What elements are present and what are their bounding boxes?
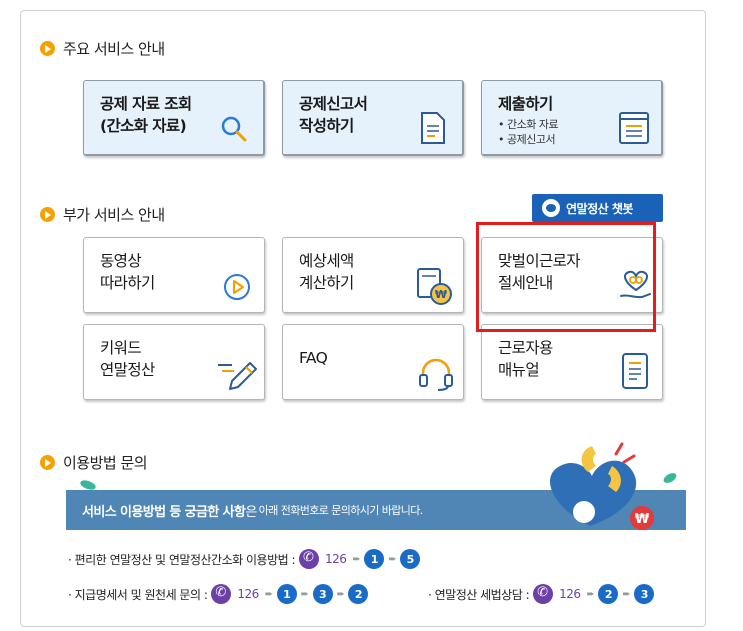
phone-icon [299,549,320,569]
keyword-card[interactable]: 키워드 연말정산 [83,324,265,400]
contact-line-usage: · 편리한 연말정산 및 연말정산간소화 이용방법 : 126 ➨ 1 ➨ 5 [68,549,421,569]
magnifier-icon [221,116,247,142]
submit-card[interactable]: 제출하기 • 간소화 자료 • 공제신고서 [481,80,663,156]
play-icon [224,274,250,300]
calculator-money-icon: ₩ [417,268,452,305]
svg-text:₩: ₩ [635,512,650,527]
contact-line-withholding: · 지급명세서 및 원천세 문의 : 126 ➨ 1 ➨ 3 ➨ 2 [68,584,369,604]
video-guide-card[interactable]: 동영상 따라하기 [83,237,265,313]
deduction-form-card[interactable]: 공제신고서 작성하기 [282,80,464,156]
extra-services-heading: 부가 서비스 안내 [40,204,165,225]
arrow-right-icon: ➨ [586,588,595,600]
section-bullet-icon [40,41,55,56]
arrow-right-icon: ➨ [336,588,345,600]
printer-document-icon [619,112,649,144]
arrow-right-icon: ➨ [264,588,273,600]
headset-icon [419,358,453,391]
phone-icon [211,584,232,604]
chatbot-icon [542,199,560,217]
worker-manual-card[interactable]: 근로자용 매뉴얼 [481,324,663,400]
tax-estimate-card[interactable]: 예상세액 계산하기 ₩ [282,237,464,313]
highlight-box [476,222,656,332]
arrow-right-icon: ➨ [622,588,631,600]
contact-heading: 이용방법 문의 [40,452,148,473]
phone-icon [533,584,554,604]
leaf-icon [80,480,96,490]
contact-line-tax-consult: · 연말정산 세법상담 : 126 ➨ 2 ➨ 3 [428,584,655,604]
chatbot-button[interactable]: 연말정산 챗봇 [532,194,663,222]
document-icon [421,112,445,144]
manual-icon [622,353,648,389]
section-bullet-icon [40,207,55,222]
phone-heart-illustration-icon: ₩ [550,442,677,530]
main-services-heading: 주요 서비스 안내 [40,38,165,59]
faq-card[interactable]: FAQ [282,324,464,400]
arrow-right-icon: ➨ [352,553,361,565]
pencil-icon [218,362,257,390]
arrow-right-icon: ➨ [300,588,309,600]
section-bullet-icon [40,455,55,470]
deduction-lookup-card[interactable]: 공제 자료 조회 (간소화 자료) [83,80,265,156]
arrow-right-icon: ➨ [388,553,397,565]
svg-text:₩: ₩ [435,288,447,301]
